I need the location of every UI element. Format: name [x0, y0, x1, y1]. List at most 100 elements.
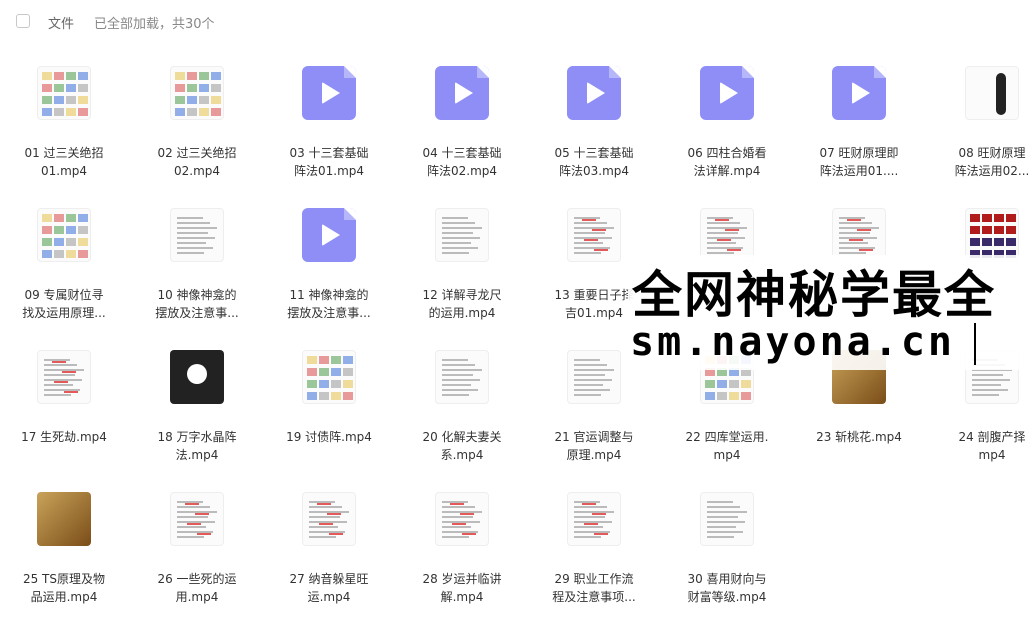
chart-thumbnail: [965, 208, 1019, 262]
chart-thumbnail: [170, 66, 224, 120]
document-thumbnail: [567, 350, 621, 404]
file-name-line1: 02 过三关绝招: [157, 146, 237, 160]
file-name: 08 旺财原理 阵法运用02...: [928, 144, 1033, 180]
document-thumbnail: [170, 492, 224, 546]
file-name: 29 职业工作流 程及注意事项...: [530, 570, 658, 606]
figure-thumbnail: [965, 66, 1019, 120]
file-name-line2: 系.mp4: [440, 448, 484, 462]
file-name: 09 专属财位寻 找及运用原理...: [0, 286, 128, 322]
document-thumbnail: [567, 208, 621, 262]
document-thumbnail: [170, 208, 224, 262]
file-name-line1: 09 专属财位寻: [24, 288, 104, 302]
file-name-line2: 阵法03.mp4: [558, 164, 630, 178]
chart-thumbnail: [302, 350, 356, 404]
file-name-line2: 摆放及注意事...: [155, 306, 239, 320]
document-thumbnail: [435, 492, 489, 546]
file-name-line2: 财富等级.mp4: [687, 590, 767, 604]
file-name-line1: 20 化解夫妻关: [422, 430, 502, 444]
file-name: 21 官运调整与 原理.mp4: [530, 428, 658, 464]
file-name: 06 四柱合婚看 法详解.mp4: [663, 144, 791, 180]
select-all-checkbox[interactable]: [16, 14, 30, 28]
file-item[interactable]: 10 神像神龛的 摆放及注意事...: [133, 186, 257, 326]
file-name-line1: 12 详解寻龙尺: [422, 288, 502, 302]
file-name-line2: 找及运用原理...: [22, 306, 106, 320]
watermark-title: 全网神秘学最全: [632, 266, 996, 324]
file-name-line2: 运.mp4: [307, 590, 351, 604]
file-item[interactable]: 05 十三套基础 阵法03.mp4: [530, 44, 654, 184]
toolbar: 文件 已全部加载，共30个: [0, 0, 1033, 44]
file-name-line1: 21 官运调整与: [554, 430, 634, 444]
file-item[interactable]: 20 化解夫妻关 系.mp4: [398, 328, 522, 468]
file-item[interactable]: 09 专属财位寻 找及运用原理...: [0, 186, 124, 326]
file-name: 04 十三套基础 阵法02.mp4: [398, 144, 526, 180]
file-item[interactable]: 08 旺财原理 阵法运用02...: [928, 44, 1033, 184]
file-item[interactable]: 26 一些死的运 用.mp4: [133, 470, 257, 610]
file-name-line1: 24 剖腹产择: [958, 430, 1026, 444]
file-name-line1: 17 生死劫.mp4: [21, 430, 107, 444]
video-file-icon: [302, 208, 356, 262]
file-item[interactable]: 18 万字水晶阵 法.mp4: [133, 328, 257, 468]
file-item[interactable]: 30 喜用财向与 财富等级.mp4: [663, 470, 787, 610]
file-item[interactable]: 07 旺财原理即 阵法运用01....: [795, 44, 919, 184]
file-name-line1: 27 纳音躲星旺: [289, 572, 369, 586]
file-name-line1: 29 职业工作流: [554, 572, 634, 586]
files-label: 文件: [48, 17, 75, 32]
file-name: 18 万字水晶阵 法.mp4: [133, 428, 261, 464]
file-name-line1: 10 神像神龛的: [157, 288, 237, 302]
file-name-line2: 解.mp4: [440, 590, 484, 604]
chart-thumbnail: [37, 208, 91, 262]
file-name: 07 旺财原理即 阵法运用01....: [795, 144, 923, 180]
file-name-line1: 03 十三套基础: [289, 146, 369, 160]
file-item[interactable]: 02 过三关绝招 02.mp4: [133, 44, 257, 184]
file-name-line2: 阵法运用02...: [954, 164, 1030, 178]
file-name-line1: 26 一些死的运: [157, 572, 237, 586]
file-name-line1: 18 万字水晶阵: [157, 430, 237, 444]
file-name-line2: 法.mp4: [175, 448, 219, 462]
file-name-line1: 30 喜用财向与: [687, 572, 767, 586]
video-file-icon: [700, 66, 754, 120]
file-item[interactable]: 17 生死劫.mp4: [0, 328, 124, 468]
file-item[interactable]: 06 四柱合婚看 法详解.mp4: [663, 44, 787, 184]
file-item[interactable]: 04 十三套基础 阵法02.mp4: [398, 44, 522, 184]
file-item[interactable]: 19 讨债阵.mp4: [265, 328, 389, 468]
document-thumbnail: [37, 350, 91, 404]
file-name: 24 剖腹产择 mp4: [928, 428, 1033, 464]
watermark-url: sm.nayona.cn: [630, 319, 955, 365]
document-thumbnail: [700, 492, 754, 546]
file-item[interactable]: 28 岁运并临讲 解.mp4: [398, 470, 522, 610]
file-name: 30 喜用财向与 财富等级.mp4: [663, 570, 791, 606]
file-name-line1: 11 神像神龛的: [289, 288, 369, 302]
document-thumbnail: [302, 492, 356, 546]
video-file-icon: [567, 66, 621, 120]
file-item[interactable]: 03 十三套基础 阵法01.mp4: [265, 44, 389, 184]
file-name: 28 岁运并临讲 解.mp4: [398, 570, 526, 606]
file-item[interactable]: 01 过三关绝招 01.mp4: [0, 44, 124, 184]
file-name: 20 化解夫妻关 系.mp4: [398, 428, 526, 464]
file-item[interactable]: 11 神像神龛的 摆放及注意事...: [265, 186, 389, 326]
file-item[interactable]: 27 纳音躲星旺 运.mp4: [265, 470, 389, 610]
document-thumbnail: [435, 350, 489, 404]
file-name-line1: 25 TS原理及物: [22, 572, 106, 586]
file-name: 02 过三关绝招 02.mp4: [133, 144, 261, 180]
chart-thumbnail: [37, 66, 91, 120]
file-name-line1: 06 四柱合婚看: [687, 146, 767, 160]
file-name: 17 生死劫.mp4: [0, 428, 128, 446]
file-name-line1: 05 十三套基础: [554, 146, 634, 160]
file-name-line2: 阵法01.mp4: [293, 164, 365, 178]
file-name-line1: 08 旺财原理: [958, 146, 1026, 160]
file-item[interactable]: 29 职业工作流 程及注意事项...: [530, 470, 654, 610]
file-name: 26 一些死的运 用.mp4: [133, 570, 261, 606]
file-name-line1: 22 四库堂运用.: [685, 430, 769, 444]
file-item[interactable]: 12 详解寻龙尺 的运用.mp4: [398, 186, 522, 326]
load-status: 已全部加载，共30个: [94, 17, 215, 32]
document-thumbnail: [435, 208, 489, 262]
file-name: 05 十三套基础 阵法03.mp4: [530, 144, 658, 180]
file-name-line2: 品运用.mp4: [30, 590, 98, 604]
file-name-line2: 02.mp4: [173, 164, 221, 178]
file-name-line2: 摆放及注意事...: [287, 306, 371, 320]
document-thumbnail: [832, 208, 886, 262]
file-item[interactable]: 25 TS原理及物 品运用.mp4: [0, 470, 124, 610]
file-name: 01 过三关绝招 01.mp4: [0, 144, 128, 180]
file-name: 10 神像神龛的 摆放及注意事...: [133, 286, 261, 322]
file-name-line2: 阵法02.mp4: [426, 164, 498, 178]
